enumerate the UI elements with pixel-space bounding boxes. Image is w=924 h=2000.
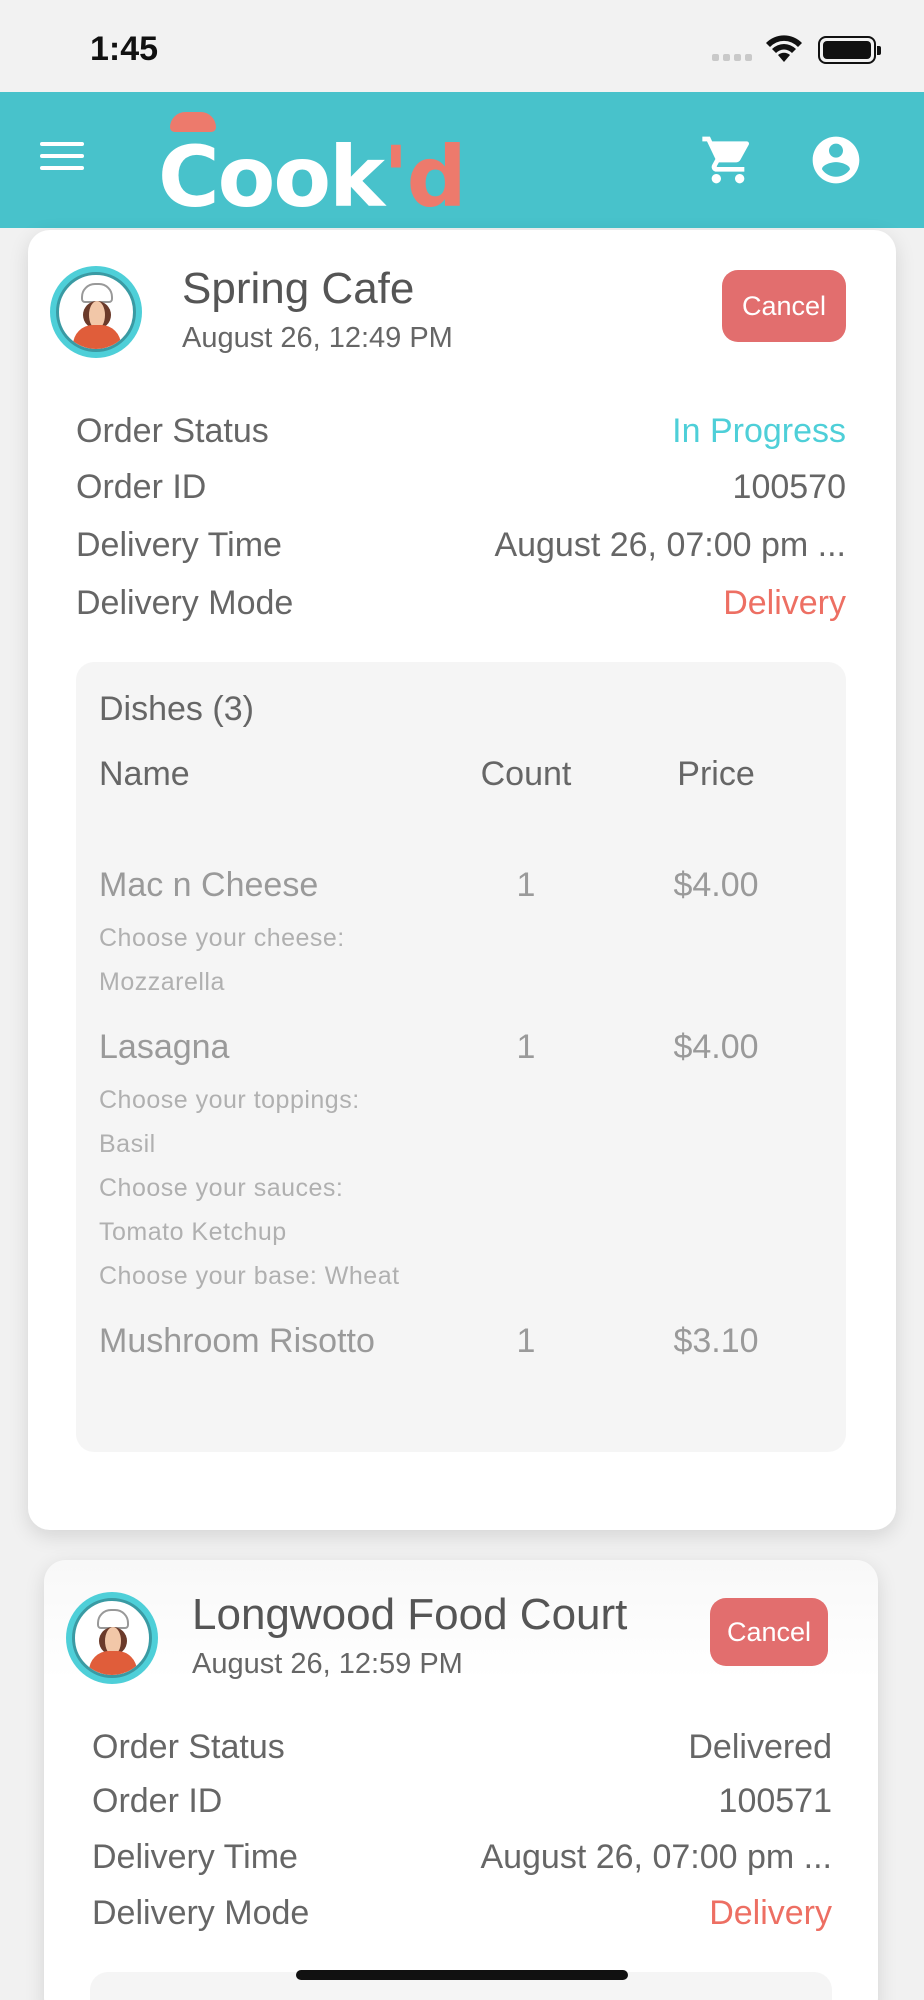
order-status-label: Order Status	[92, 1728, 285, 1766]
status-bar: 1:45	[0, 0, 924, 92]
shop-name: Longwood Food Court	[192, 1590, 628, 1639]
dish-option: Choose your base: Wheat	[99, 1262, 400, 1290]
delivery-mode-value: Delivery	[723, 584, 846, 622]
home-indicator[interactable]	[296, 1970, 628, 1980]
delivery-time-value: August 26, 07:00 pm ...	[480, 1838, 832, 1876]
chef-avatar	[66, 1592, 158, 1684]
dish-name: Mac n Cheese	[99, 866, 319, 904]
dish-price: $4.00	[673, 1028, 759, 1066]
dish-name: Lasagna	[99, 1028, 230, 1066]
order-id-value: 100570	[732, 468, 846, 506]
account-icon[interactable]	[808, 132, 864, 188]
cancel-button[interactable]: Cancel	[722, 270, 846, 342]
order-date: August 26, 12:59 PM	[192, 1648, 463, 1680]
column-header-count: Count	[480, 755, 572, 793]
wifi-icon	[766, 35, 802, 62]
column-header-name: Name	[99, 755, 190, 793]
dish-option: Tomato Ketchup	[99, 1218, 287, 1246]
order-status-label: Order Status	[76, 412, 269, 450]
shop-name: Spring Cafe	[182, 264, 415, 313]
battery-icon	[818, 36, 881, 64]
order-card: Spring Cafe August 26, 12:49 PM Cancel O…	[28, 230, 896, 1530]
dish-price: $4.00	[673, 866, 759, 904]
delivery-mode-value: Delivery	[709, 1894, 832, 1932]
delivery-time-value: August 26, 07:00 pm ...	[494, 526, 846, 564]
order-id-label: Order ID	[76, 468, 207, 506]
app-logo: Cook'd	[158, 110, 467, 226]
delivery-time-label: Delivery Time	[92, 1838, 298, 1876]
signal-icon	[712, 54, 752, 61]
status-time: 1:45	[90, 30, 159, 68]
dish-option: Basil	[99, 1130, 156, 1158]
cancel-button[interactable]: Cancel	[710, 1598, 828, 1666]
dishes-panel: Dishes (3) Name Count Price Mac n Cheese…	[76, 662, 846, 1452]
dish-count: 1	[516, 866, 536, 904]
dish-option: Choose your cheese:	[99, 924, 345, 952]
dish-count: 1	[516, 1028, 536, 1066]
logo-text-accent: 'd	[382, 128, 467, 226]
logo-text: Cook	[158, 128, 385, 226]
delivery-time-label: Delivery Time	[76, 526, 282, 564]
dish-name: Mushroom Risotto	[99, 1322, 375, 1360]
order-id-value: 100571	[718, 1782, 832, 1820]
app-header: Cook'd	[0, 92, 924, 228]
order-date: August 26, 12:49 PM	[182, 322, 453, 354]
column-header-price: Price	[677, 755, 755, 793]
delivery-mode-label: Delivery Mode	[76, 584, 294, 622]
dish-price: $3.10	[673, 1322, 759, 1360]
order-status-value: In Progress	[672, 412, 846, 450]
order-status-value: Delivered	[688, 1728, 832, 1766]
dish-option: Mozzarella	[99, 968, 225, 996]
menu-icon[interactable]	[40, 142, 84, 178]
delivery-mode-label: Delivery Mode	[92, 1894, 310, 1932]
dish-option: Choose your sauces:	[99, 1174, 344, 1202]
chef-avatar	[50, 266, 142, 358]
cart-icon[interactable]	[700, 132, 756, 188]
order-id-label: Order ID	[92, 1782, 223, 1820]
dish-count: 1	[516, 1322, 536, 1360]
dishes-title: Dishes (3)	[99, 690, 254, 728]
order-card: Longwood Food Court August 26, 12:59 PM …	[44, 1560, 878, 2000]
dish-option: Choose your toppings:	[99, 1086, 360, 1114]
